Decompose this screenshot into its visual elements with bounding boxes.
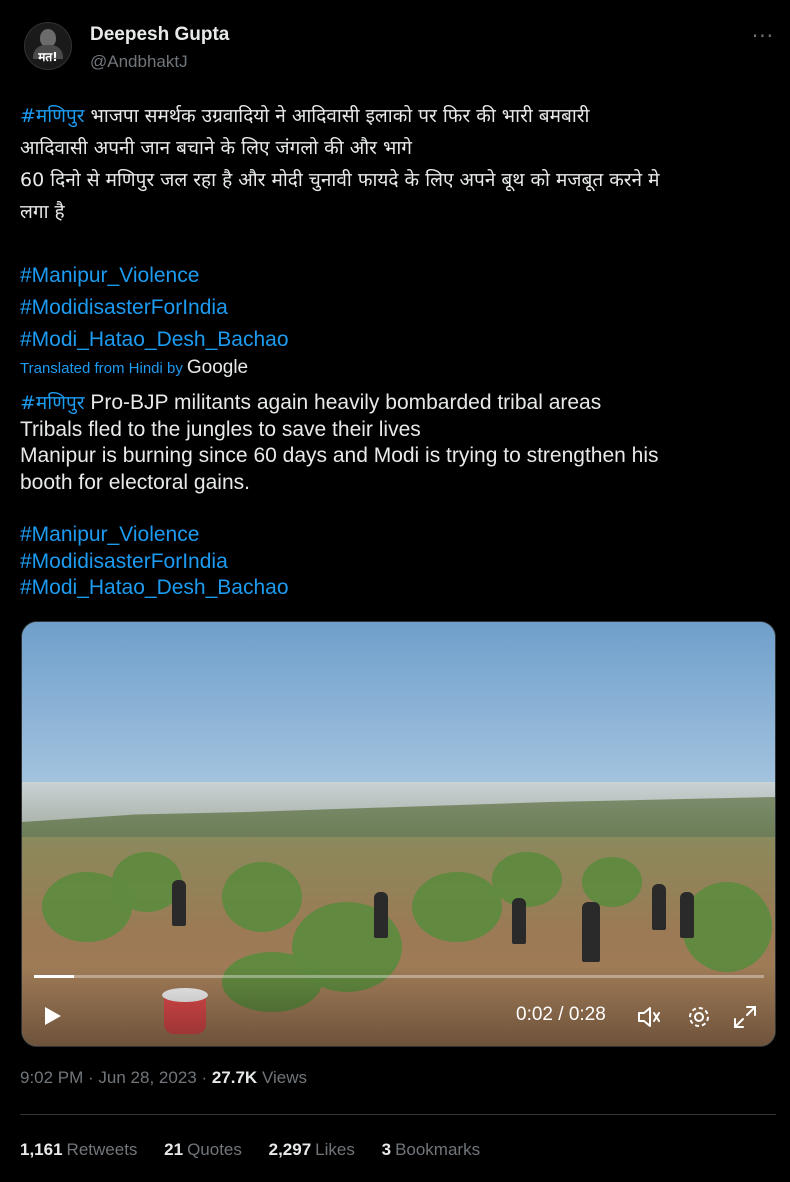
avatar-text: मत!: [38, 50, 58, 64]
hashtag-link[interactable]: #ModidisasterForIndia: [20, 292, 770, 324]
hashtag-link[interactable]: #Modi_Hatao_Desh_Bachao: [20, 575, 770, 602]
text-line: booth for electoral gains.: [20, 470, 770, 497]
translation-label: Translated from Hindi by: [20, 360, 183, 377]
stat-label: Likes: [315, 1140, 355, 1159]
video-time: 0:02 / 0:28: [516, 1004, 606, 1026]
text-segment: Pro-BJP militants again heavily bombarde…: [84, 391, 602, 414]
text-line: #मणिपुर Pro-BJP militants again heavily …: [20, 390, 770, 417]
orchard-tree: [492, 852, 562, 907]
text-line: Manipur is burning since 60 days and Mod…: [20, 443, 770, 470]
running-person: [512, 898, 526, 944]
hashtag-link[interactable]: #मणिपुर: [20, 105, 85, 127]
stat-count: 2,297: [268, 1140, 312, 1159]
fullscreen-icon[interactable]: [732, 1004, 758, 1030]
tweet-time[interactable]: 9:02 PM: [20, 1068, 83, 1087]
stat-label: Quotes: [187, 1140, 242, 1159]
quotes-stat[interactable]: 21 Quotes: [164, 1140, 242, 1160]
tweet-text-hindi: #मणिपुर भाजपा समर्थक उग्रवादियो ने आदिवा…: [20, 100, 770, 381]
author-handle[interactable]: @AndbhaktJ: [90, 52, 188, 72]
volume-icon[interactable]: [636, 1004, 662, 1030]
retweets-stat[interactable]: 1,161 Retweets: [20, 1140, 137, 1160]
likes-stat[interactable]: 2,297 Likes: [269, 1140, 355, 1160]
stat-count: 1,161: [20, 1140, 63, 1159]
views-count[interactable]: 27.7K: [212, 1068, 257, 1087]
tweet-header: मत! Deepesh Gupta @AndbhaktJ ···: [20, 18, 780, 78]
video-progress-bar[interactable]: [34, 975, 764, 978]
orchard-tree: [412, 872, 502, 942]
avatar[interactable]: मत!: [24, 22, 72, 70]
text-segment: booth for electoral gains.: [20, 470, 250, 494]
tweet-meta: 9:02 PM · Jun 28, 2023 · 27.7K Views: [20, 1068, 307, 1088]
meta-dot: ·: [196, 1068, 212, 1087]
google-logo: Google: [186, 357, 249, 378]
hashtag-link[interactable]: #ModidisasterForIndia: [20, 549, 770, 576]
running-person: [172, 880, 186, 926]
more-options-icon[interactable]: ···: [752, 24, 774, 48]
text-segment: लगा है: [20, 201, 65, 223]
running-person: [680, 892, 694, 938]
text-line: लगा है: [20, 196, 770, 228]
running-person: [374, 892, 388, 938]
current-time: 0:02: [516, 1004, 553, 1025]
tweet-date[interactable]: Jun 28, 2023: [98, 1068, 196, 1087]
video-progress-fill: [34, 975, 75, 978]
text-line: Tribals fled to the jungles to save thei…: [20, 417, 770, 444]
stat-label: Bookmarks: [395, 1140, 481, 1159]
text-segment: 60 दिनो से मणिपुर जल रहा है और मोदी चुना…: [20, 169, 660, 191]
engagement-stats: 1,161 Retweets 21 Quotes 2,297 Likes 3 Bookm…: [20, 1140, 502, 1160]
running-person: [652, 884, 666, 930]
translation-attribution[interactable]: Translated from Hindi by Google: [20, 356, 770, 381]
meta-dot: ·: [83, 1068, 99, 1087]
orchard-tree: [582, 857, 642, 907]
hashtag-link[interactable]: #मणिपुर: [20, 392, 85, 414]
hashtag-link[interactable]: #Manipur_Violence: [20, 260, 770, 292]
text-line: 60 दिनो से मणिपुर जल रहा है और मोदी चुना…: [20, 164, 770, 196]
duration: 0:28: [568, 1004, 606, 1025]
author-display-name[interactable]: Deepesh Gupta: [90, 24, 229, 46]
tweet-text-english: #मणिपुर Pro-BJP militants again heavily …: [20, 390, 770, 602]
running-person: [582, 902, 600, 962]
settings-icon[interactable]: [686, 1004, 712, 1030]
text-segment: Tribals fled to the jungles to save thei…: [20, 417, 421, 441]
time-separator: /: [552, 1004, 569, 1025]
stat-count: 21: [164, 1140, 184, 1159]
views-label: Views: [257, 1068, 307, 1087]
controls-overlay: [22, 966, 775, 1046]
text-line: आदिवासी अपनी जान बचाने के लिए जंगलो की औ…: [20, 132, 770, 164]
orchard-tree: [222, 862, 302, 932]
play-icon[interactable]: [40, 1004, 64, 1028]
hashtag-link[interactable]: #Modi_Hatao_Desh_Bachao: [20, 324, 770, 356]
video-player[interactable]: 0:02 / 0:28: [21, 621, 776, 1047]
text-segment: आदिवासी अपनी जान बचाने के लिए जंगलो की औ…: [20, 137, 412, 159]
bookmarks-stat[interactable]: 3 Bookmarks: [382, 1140, 481, 1160]
text-segment: भाजपा समर्थक उग्रवादियो ने आदिवासी इलाको…: [84, 105, 590, 127]
hashtag-link[interactable]: #Manipur_Violence: [20, 522, 770, 549]
orchard-tree: [682, 882, 772, 972]
text-line: #मणिपुर भाजपा समर्थक उग्रवादियो ने आदिवा…: [20, 100, 770, 132]
video-sky: [22, 622, 775, 802]
text-segment: Manipur is burning since 60 days and Mod…: [20, 444, 659, 467]
stat-label: Retweets: [66, 1140, 138, 1159]
stat-count: 3: [381, 1140, 392, 1159]
divider: [20, 1114, 776, 1115]
